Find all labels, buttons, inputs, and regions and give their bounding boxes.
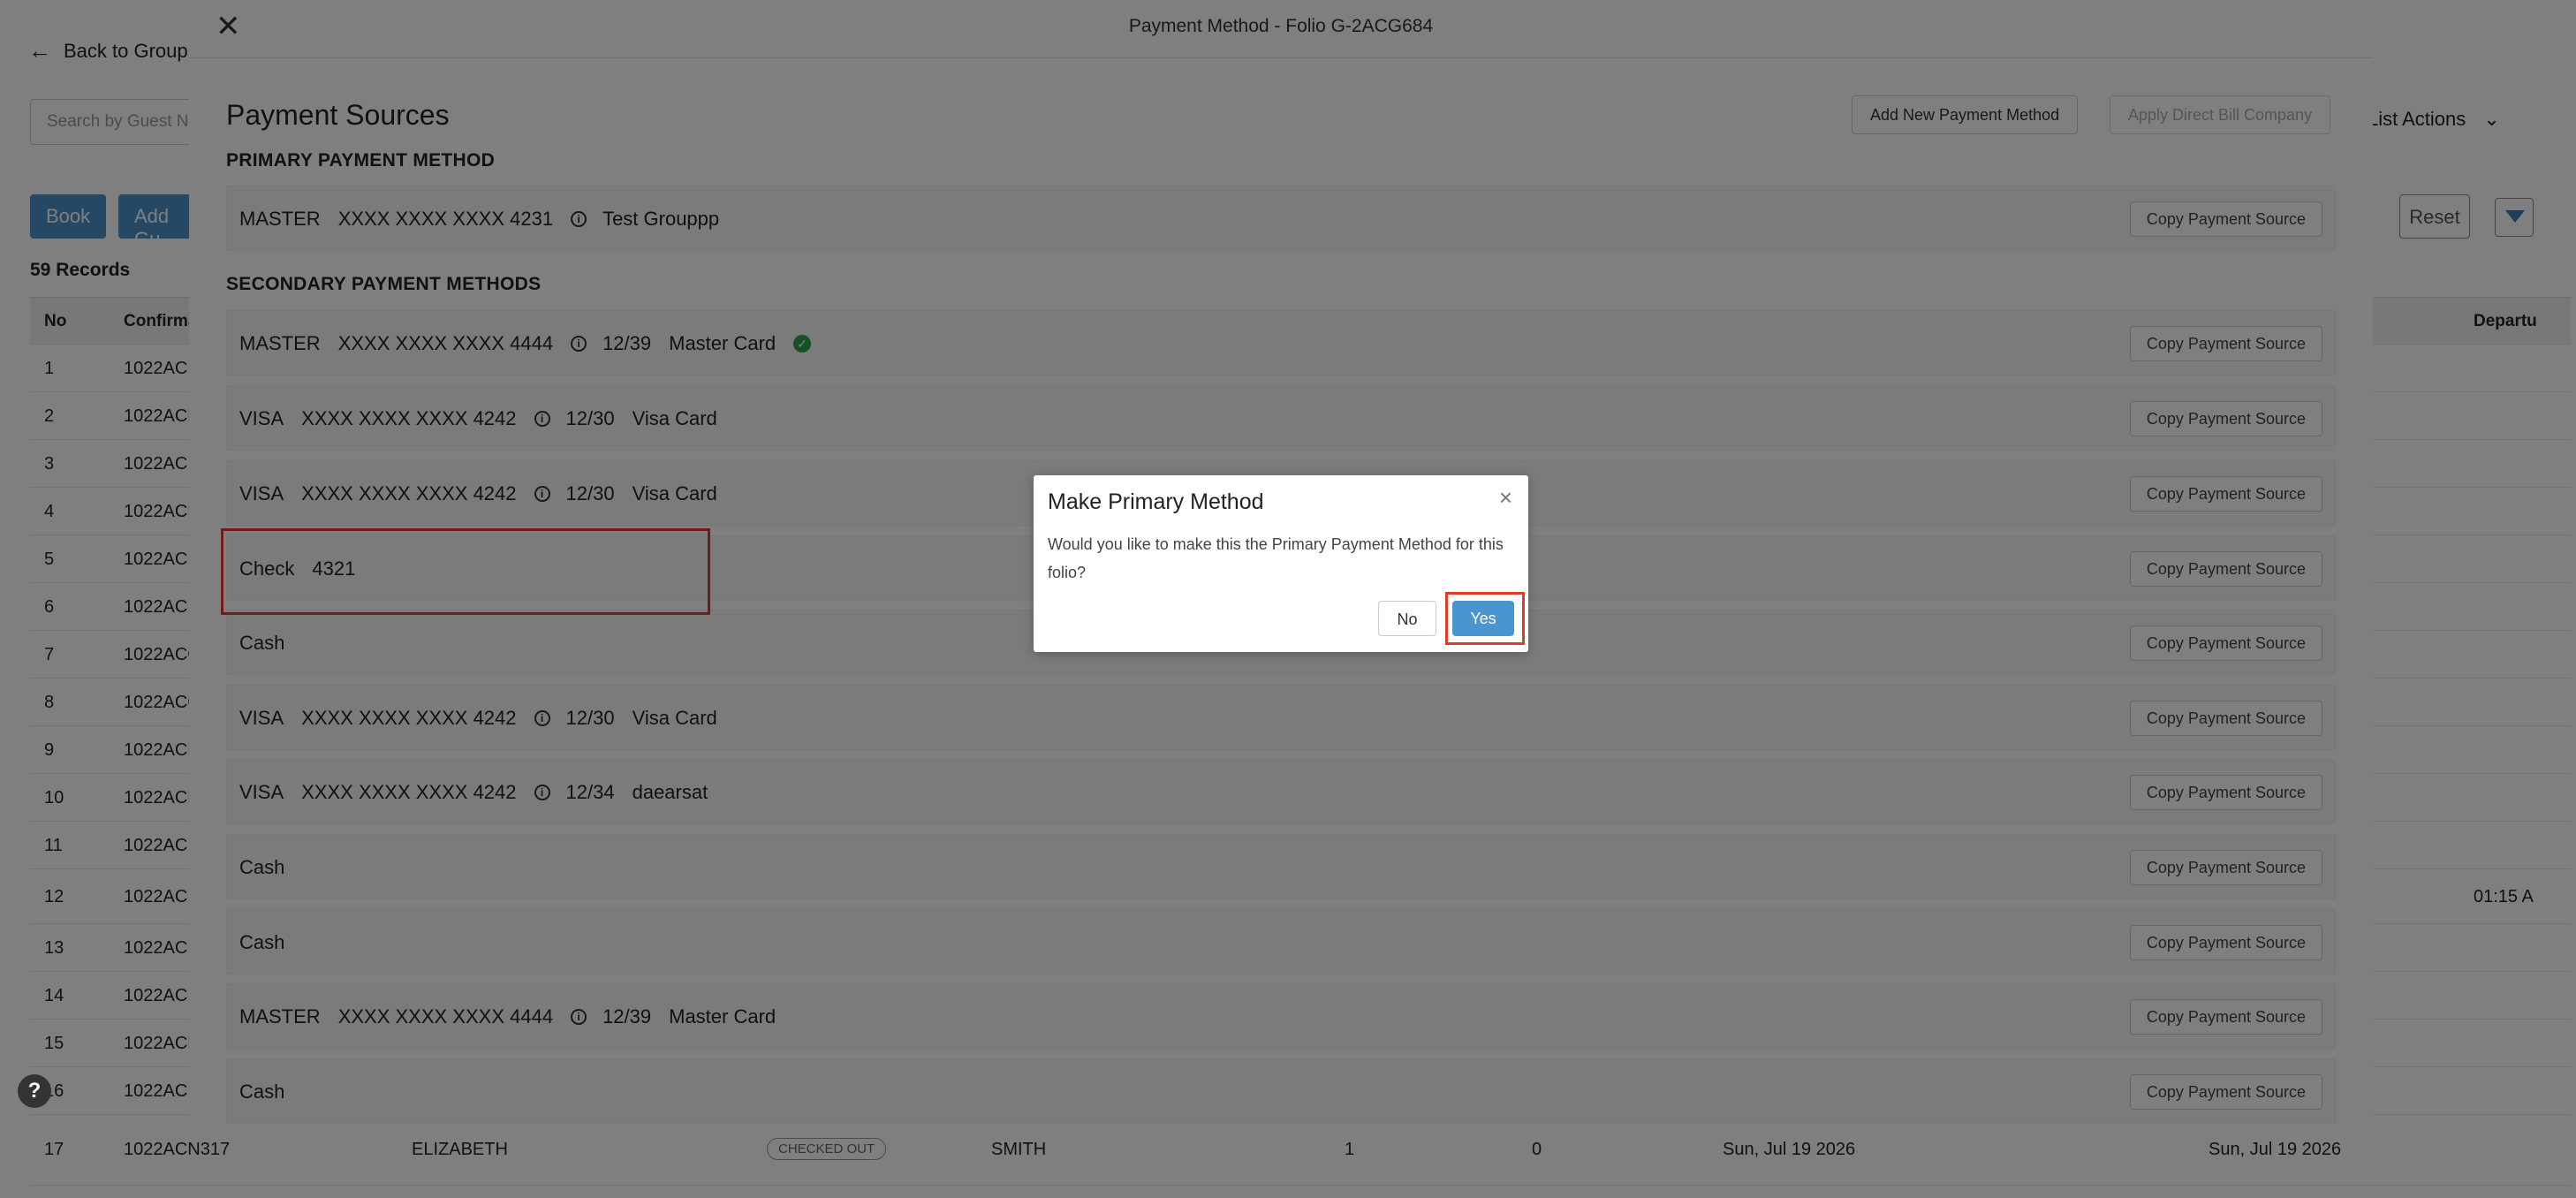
yes-button-highlight: [1445, 592, 1525, 645]
dialog-message: Would you like to make this the Primary …: [1048, 535, 1504, 581]
help-icon[interactable]: ?: [18, 1074, 51, 1108]
dialog-title: Make Primary Method: [1048, 489, 1264, 514]
close-icon[interactable]: ×: [1499, 484, 1512, 512]
no-button[interactable]: No: [1378, 601, 1436, 636]
